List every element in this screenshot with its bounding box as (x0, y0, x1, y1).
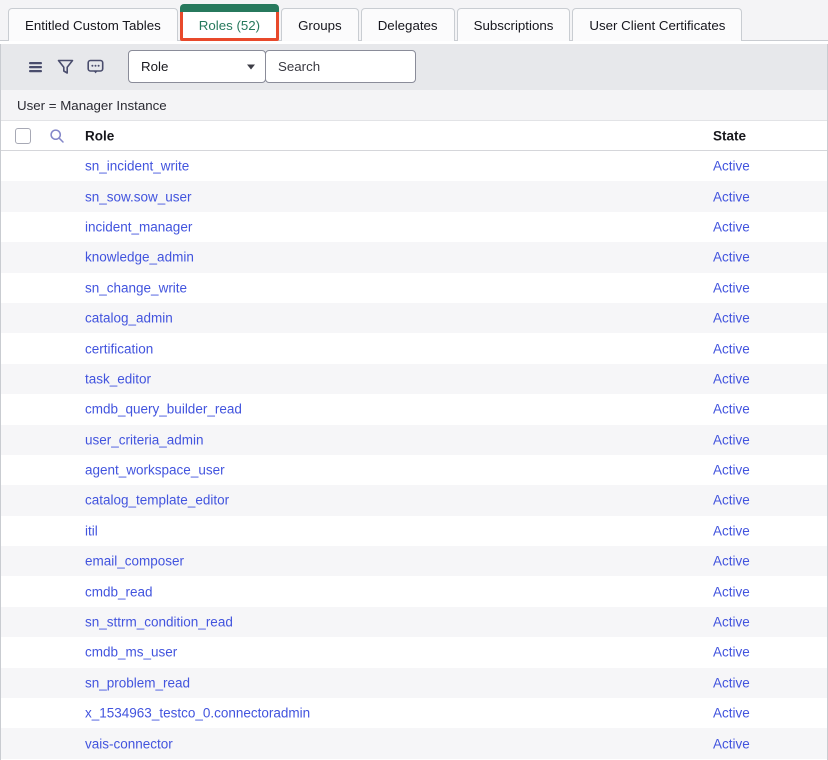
list-toolbar: Role (1, 44, 827, 90)
state-link[interactable]: Active (713, 159, 750, 174)
breadcrumb: User = Manager Instance (1, 90, 827, 121)
select-all-checkbox[interactable] (15, 128, 31, 144)
table-row: sn_problem_read Active (1, 668, 827, 698)
state-link[interactable]: Active (713, 523, 750, 538)
table-body: sn_incident_write Active sn_sow.sow_user… (1, 151, 827, 759)
tab-content-panel: Role User = Manager Instance Role State … (0, 44, 828, 760)
state-link[interactable]: Active (713, 280, 750, 295)
table-row: cmdb_read Active (1, 576, 827, 606)
table-row: task_editor Active (1, 364, 827, 394)
search-column-select[interactable]: Role (128, 50, 266, 83)
role-link[interactable]: sn_sow.sow_user (85, 189, 192, 204)
tab-roles-52[interactable]: Roles (52) (180, 9, 279, 41)
roles-list-page: Entitled Custom Tables Roles (52) Groups… (0, 0, 828, 760)
search-input[interactable] (265, 50, 416, 83)
tab-label: Groups (298, 18, 342, 33)
table-header-row: Role State (1, 121, 827, 151)
state-link[interactable]: Active (713, 189, 750, 204)
role-link[interactable]: sn_sttrm_condition_read (85, 615, 233, 630)
tab-delegates[interactable]: Delegates (361, 8, 455, 41)
tab-label: Delegates (378, 18, 438, 33)
role-link[interactable]: catalog_template_editor (85, 493, 229, 508)
role-link[interactable]: catalog_admin (85, 311, 173, 326)
role-link[interactable]: incident_manager (85, 219, 192, 234)
role-link[interactable]: sn_problem_read (85, 675, 190, 690)
table-row: email_composer Active (1, 546, 827, 576)
column-header-role[interactable]: Role (85, 128, 114, 143)
role-link[interactable]: vais-connector (85, 736, 173, 751)
column-search-icon[interactable] (49, 128, 65, 144)
table-row: itil Active (1, 516, 827, 546)
table-row: vais-connector Active (1, 728, 827, 758)
state-link[interactable]: Active (713, 615, 750, 630)
table-row: sn_sttrm_condition_read Active (1, 607, 827, 637)
state-link[interactable]: Active (713, 675, 750, 690)
table-row: knowledge_admin Active (1, 242, 827, 272)
state-link[interactable]: Active (713, 493, 750, 508)
role-link[interactable]: knowledge_admin (85, 250, 194, 265)
active-tab-indicator (180, 4, 279, 12)
role-link[interactable]: x_1534963_testco_0.connectoradmin (85, 706, 310, 721)
tab-label: Entitled Custom Tables (25, 18, 161, 33)
tab-label: User Client Certificates (589, 18, 725, 33)
tab-bar: Entitled Custom Tables Roles (52) Groups… (0, 0, 828, 41)
table-row: catalog_template_editor Active (1, 485, 827, 515)
role-link[interactable]: agent_workspace_user (85, 463, 225, 478)
table-row: incident_manager Active (1, 212, 827, 242)
table-row: user_criteria_admin Active (1, 425, 827, 455)
role-link[interactable]: task_editor (85, 371, 151, 386)
filter-icon[interactable] (54, 56, 76, 78)
tab-label: Roles (52) (199, 18, 260, 33)
role-link[interactable]: email_composer (85, 554, 184, 569)
table-row: agent_workspace_user Active (1, 455, 827, 485)
tab-entitled-custom-tables[interactable]: Entitled Custom Tables (8, 8, 178, 41)
table-row: cmdb_ms_user Active (1, 637, 827, 667)
tab-user-client-certificates[interactable]: User Client Certificates (572, 8, 742, 41)
chevron-down-icon (247, 64, 255, 69)
role-link[interactable]: certification (85, 341, 153, 356)
tab-subscriptions[interactable]: Subscriptions (457, 8, 571, 41)
state-link[interactable]: Active (713, 584, 750, 599)
role-link[interactable]: sn_change_write (85, 280, 187, 295)
role-link[interactable]: cmdb_ms_user (85, 645, 177, 660)
table-row: catalog_admin Active (1, 303, 827, 333)
filter-condition[interactable]: User = Manager Instance (17, 98, 167, 113)
role-link[interactable]: cmdb_query_builder_read (85, 402, 242, 417)
role-link[interactable]: itil (85, 523, 98, 538)
state-link[interactable]: Active (713, 311, 750, 326)
search-column-value: Role (141, 59, 168, 74)
table-row: certification Active (1, 333, 827, 363)
table-row: sn_sow.sow_user Active (1, 181, 827, 211)
role-link[interactable]: user_criteria_admin (85, 432, 204, 447)
table-row: cmdb_query_builder_read Active (1, 394, 827, 424)
state-link[interactable]: Active (713, 250, 750, 265)
tab-label: Subscriptions (474, 18, 554, 33)
state-link[interactable]: Active (713, 645, 750, 660)
tab-groups[interactable]: Groups (281, 8, 359, 41)
state-link[interactable]: Active (713, 463, 750, 478)
table-row: x_1534963_testco_0.connectoradmin Active (1, 698, 827, 728)
feedback-bubble-icon[interactable] (84, 56, 106, 78)
state-link[interactable]: Active (713, 736, 750, 751)
role-link[interactable]: cmdb_read (85, 584, 153, 599)
state-link[interactable]: Active (713, 341, 750, 356)
table-row: sn_incident_write Active (1, 151, 827, 181)
menu-icon[interactable] (25, 56, 47, 78)
state-link[interactable]: Active (713, 219, 750, 234)
state-link[interactable]: Active (713, 706, 750, 721)
role-link[interactable]: sn_incident_write (85, 159, 189, 174)
state-link[interactable]: Active (713, 402, 750, 417)
table-row: sn_change_write Active (1, 273, 827, 303)
column-header-state[interactable]: State (713, 128, 746, 143)
state-link[interactable]: Active (713, 554, 750, 569)
state-link[interactable]: Active (713, 371, 750, 386)
state-link[interactable]: Active (713, 432, 750, 447)
